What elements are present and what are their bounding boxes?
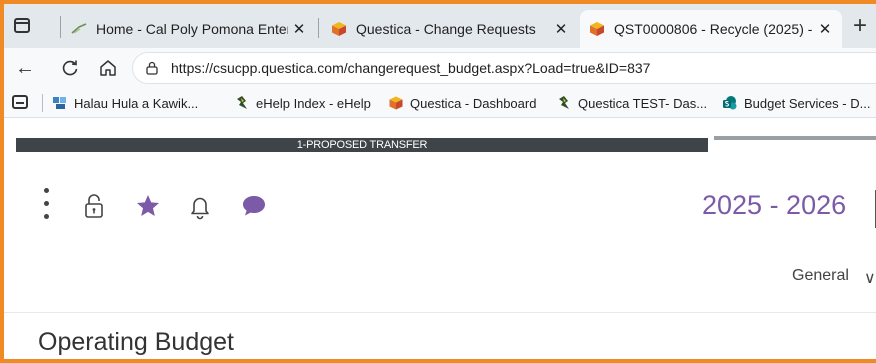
page-content: 1-PROPOSED TRANSFER 2025 - 2026 General bbox=[4, 118, 876, 359]
bookmark-label: Budget Services - D... bbox=[744, 95, 871, 111]
address-bar[interactable]: https://csucpp.questica.com/changereques… bbox=[132, 52, 876, 84]
chat-icon[interactable] bbox=[240, 192, 268, 220]
close-icon[interactable]: ✕ bbox=[288, 20, 310, 38]
url-text: https://csucpp.questica.com/changereques… bbox=[171, 60, 651, 76]
bookmark-halau[interactable]: Halau Hula a Kawik... bbox=[52, 88, 198, 118]
browser-window: Home - Cal Poly Pomona Enterpri ✕ Questi… bbox=[0, 0, 876, 363]
halau-icon bbox=[53, 97, 66, 109]
bookmark-budget-services[interactable]: Budget Services - D... bbox=[722, 88, 870, 118]
tab-title: QST0000806 - Recycle (2025) - Ch bbox=[614, 21, 814, 37]
new-tab-icon[interactable]: + bbox=[848, 12, 872, 40]
lock-icon[interactable] bbox=[145, 61, 159, 75]
more-options-icon[interactable] bbox=[42, 188, 50, 222]
reading-list-icon[interactable] bbox=[12, 95, 28, 109]
workflow-progress-bar: 1-PROPOSED TRANSFER bbox=[16, 138, 708, 152]
ehelp-icon bbox=[559, 96, 569, 109]
tab-separator bbox=[60, 16, 61, 38]
questica-icon bbox=[332, 22, 346, 36]
tab-questica-change-requests[interactable]: Questica - Change Requests ✕ bbox=[322, 10, 578, 48]
bookmarks-bar: Halau Hula a Kawik... eHelp Index - eHel… bbox=[4, 88, 876, 118]
tab-strip: Home - Cal Poly Pomona Enterpri ✕ Questi… bbox=[4, 4, 876, 48]
tab-actions-icon[interactable] bbox=[14, 18, 30, 33]
bell-icon[interactable] bbox=[186, 192, 214, 220]
tab-qst0000806[interactable]: QST0000806 - Recycle (2025) - Ch ✕ bbox=[580, 10, 842, 48]
chevron-down-icon[interactable]: ∨ bbox=[864, 268, 876, 288]
tab-home-cpp[interactable]: Home - Cal Poly Pomona Enterpri ✕ bbox=[62, 10, 316, 48]
refresh-icon[interactable] bbox=[60, 58, 80, 78]
bookmark-separator bbox=[42, 94, 43, 112]
sharepoint-icon bbox=[723, 96, 737, 110]
back-arrow-icon[interactable]: ← bbox=[14, 56, 36, 80]
star-icon[interactable] bbox=[134, 192, 162, 220]
cpp-icon bbox=[71, 23, 87, 34]
questica-icon bbox=[590, 22, 604, 36]
bookmark-label: Questica TEST- Das... bbox=[578, 95, 708, 111]
bookmark-label: eHelp Index - eHelp bbox=[256, 95, 371, 111]
browser-toolbar: ← https://csucpp.questica.com/changerequ… bbox=[4, 48, 876, 88]
fiscal-year-label[interactable]: 2025 - 2026 bbox=[702, 190, 846, 221]
bookmark-label: Questica - Dashboard bbox=[410, 95, 537, 111]
close-icon[interactable]: ✕ bbox=[550, 20, 572, 38]
ehelp-icon bbox=[237, 96, 247, 109]
bookmark-questica-test[interactable]: Questica TEST- Das... bbox=[556, 88, 707, 118]
unlock-icon[interactable] bbox=[80, 192, 108, 220]
tab-title: Home - Cal Poly Pomona Enterpri bbox=[96, 21, 288, 37]
home-icon[interactable] bbox=[98, 58, 118, 78]
bookmark-questica-dashboard[interactable]: Questica - Dashboard bbox=[388, 88, 536, 118]
tab-separator bbox=[318, 18, 319, 38]
progress-label: 1-PROPOSED TRANSFER bbox=[296, 139, 428, 151]
bookmark-ehelp[interactable]: eHelp Index - eHelp bbox=[234, 88, 371, 118]
page-title: Operating Budget bbox=[38, 328, 234, 356]
workflow-progress-track bbox=[714, 136, 876, 140]
close-icon[interactable]: ✕ bbox=[814, 20, 836, 38]
questica-icon bbox=[389, 96, 403, 110]
section-dropdown[interactable]: General bbox=[792, 267, 849, 285]
divider bbox=[4, 312, 876, 313]
bookmark-label: Halau Hula a Kawik... bbox=[74, 95, 199, 111]
tab-title: Questica - Change Requests bbox=[356, 21, 536, 37]
